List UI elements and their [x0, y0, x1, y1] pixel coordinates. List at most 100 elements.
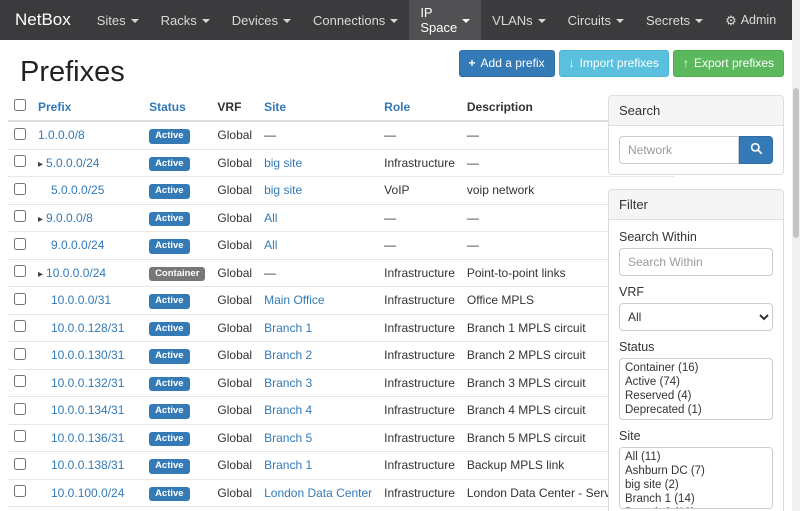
page-scrollbar[interactable]: [792, 0, 800, 511]
table-row: 10.0.0.130/31 Active Global Branch 2 Inf…: [8, 342, 674, 370]
site-link[interactable]: Branch 1: [264, 458, 312, 472]
status-badge: Active: [149, 184, 190, 199]
row-checkbox[interactable]: [14, 155, 26, 167]
nav-item-racks[interactable]: Racks: [150, 0, 221, 40]
search-panel: Search: [608, 95, 784, 175]
search-within-label: Search Within: [619, 230, 773, 244]
table-row: 10.0.0.136/31 Active Global Branch 5 Inf…: [8, 424, 674, 452]
search-button[interactable]: [739, 136, 773, 164]
row-checkbox[interactable]: [14, 293, 26, 305]
vrf-select[interactable]: All: [619, 303, 773, 331]
site-link[interactable]: Branch 5: [264, 431, 312, 445]
prefix-link[interactable]: 10.0.0.0/24: [46, 266, 106, 280]
prefix-link[interactable]: 5.0.0.0/25: [51, 183, 104, 197]
sort-header-site[interactable]: Site: [264, 100, 286, 114]
sort-header-status[interactable]: Status: [149, 100, 186, 114]
prefix-link[interactable]: 10.0.0.128/31: [51, 321, 124, 335]
row-checkbox[interactable]: [14, 375, 26, 387]
site-filter-label: Site: [619, 429, 773, 443]
expand-caret-icon[interactable]: ▸: [38, 159, 43, 170]
row-checkbox[interactable]: [14, 210, 26, 222]
brand-logo[interactable]: NetBox: [0, 0, 86, 40]
table-row: 10.0.100.0/24 Active Global London Data …: [8, 479, 674, 507]
main-nav: Sites Racks Devices Connections IP Space…: [86, 0, 714, 40]
search-within-input[interactable]: [619, 248, 773, 276]
status-listbox[interactable]: Container (16)Active (74)Reserved (4)Dep…: [619, 358, 773, 420]
vrf-cell: Global: [211, 397, 258, 425]
prefix-link[interactable]: 10.0.100.0/24: [51, 486, 124, 500]
navbar: NetBox Sites Racks Devices Connections I…: [0, 0, 800, 40]
prefix-link[interactable]: 10.0.0.136/31: [51, 431, 124, 445]
row-checkbox[interactable]: [14, 403, 26, 415]
table-row: 5.0.0.0/25 Active Global big site VoIP v…: [8, 177, 674, 205]
export-icon: ↑: [683, 57, 689, 69]
nav-item-vlans[interactable]: VLANs: [481, 0, 556, 40]
site-link[interactable]: All: [264, 211, 277, 225]
site-link[interactable]: big site: [264, 156, 302, 170]
prefix-link[interactable]: 10.0.0.130/31: [51, 348, 124, 362]
site-link[interactable]: London Data Center: [264, 486, 372, 500]
export-prefixes-button[interactable]: ↑Export prefixes: [673, 50, 784, 77]
role-cell: —: [378, 507, 461, 511]
prefix-link[interactable]: 5.0.0.0/24: [46, 156, 99, 170]
vrf-cell: Global: [211, 177, 258, 205]
prefix-link[interactable]: 10.0.0.138/31: [51, 458, 124, 472]
page-header: Prefixes +Add a prefix ↓Import prefixes …: [0, 40, 800, 93]
page-scrollbar-thumb[interactable]: [793, 88, 799, 238]
expand-caret-icon[interactable]: ▸: [38, 269, 43, 280]
nav-item-connections[interactable]: Connections: [302, 0, 409, 40]
gear-icon: ⚙: [725, 14, 737, 27]
row-checkbox[interactable]: [14, 128, 26, 140]
import-prefixes-button[interactable]: ↓Import prefixes: [559, 50, 669, 77]
prefix-link[interactable]: 9.0.0.0/24: [51, 238, 104, 252]
search-input[interactable]: [619, 136, 739, 164]
site-link[interactable]: Branch 4: [264, 403, 312, 417]
nav-item-devices[interactable]: Devices: [221, 0, 302, 40]
prefix-link[interactable]: 10.0.0.132/31: [51, 376, 124, 390]
status-badge: Active: [149, 157, 190, 172]
site-link[interactable]: Main Office: [264, 293, 324, 307]
row-checkbox[interactable]: [14, 485, 26, 497]
role-cell: Infrastructure: [378, 149, 461, 177]
site-link[interactable]: Branch 2: [264, 348, 312, 362]
table-row: ▸10.1.0.0/16 Container Global Branch 1 —…: [8, 507, 674, 511]
row-checkbox[interactable]: [14, 183, 26, 195]
nav-item-ip-space[interactable]: IP Space: [409, 0, 481, 40]
site-link[interactable]: Branch 3: [264, 376, 312, 390]
add-prefix-button[interactable]: +Add a prefix: [459, 50, 555, 77]
status-filter-label: Status: [619, 340, 773, 354]
expand-caret-icon[interactable]: ▸: [38, 214, 43, 225]
prefix-link[interactable]: 10.0.0.0/31: [51, 293, 111, 307]
nav-label: Secrets: [646, 13, 690, 28]
table-row: 10.0.0.134/31 Active Global Branch 4 Inf…: [8, 397, 674, 425]
header-vrf: VRF: [211, 93, 258, 121]
row-checkbox[interactable]: [14, 320, 26, 332]
table-row: 1.0.0.0/8 Active Global — — —: [8, 121, 674, 149]
select-all-checkbox[interactable]: [14, 99, 26, 111]
admin-label: Admin: [741, 13, 776, 27]
nav-item-secrets[interactable]: Secrets: [635, 0, 714, 40]
table-row: ▸5.0.0.0/24 Active Global big site Infra…: [8, 149, 674, 177]
admin-link[interactable]: ⚙ Admin: [714, 0, 787, 40]
sort-header-role[interactable]: Role: [384, 100, 410, 114]
nav-item-circuits[interactable]: Circuits: [557, 0, 635, 40]
sort-header-prefix[interactable]: Prefix: [38, 100, 71, 114]
filter-panel: Filter Search Within VRF All Status Cont…: [608, 189, 784, 511]
site-listbox[interactable]: All (11)Ashburn DC (7)big site (2)Branch…: [619, 447, 773, 509]
row-checkbox[interactable]: [14, 265, 26, 277]
row-checkbox[interactable]: [14, 238, 26, 250]
table-header-row: Prefix Status VRF Site Role Description: [8, 93, 674, 121]
prefix-link[interactable]: 10.0.0.134/31: [51, 403, 124, 417]
prefix-table: Prefix Status VRF Site Role Description …: [8, 93, 674, 511]
site-link[interactable]: big site: [264, 183, 302, 197]
nav-item-sites[interactable]: Sites: [86, 0, 150, 40]
row-checkbox[interactable]: [14, 430, 26, 442]
site-link[interactable]: All: [264, 238, 277, 252]
site-link[interactable]: Branch 1: [264, 321, 312, 335]
prefix-link[interactable]: 9.0.0.0/8: [46, 211, 93, 225]
role-cell: Infrastructure: [378, 287, 461, 315]
row-checkbox[interactable]: [14, 348, 26, 360]
site-cell: —: [258, 259, 378, 287]
row-checkbox[interactable]: [14, 458, 26, 470]
prefix-link[interactable]: 1.0.0.0/8: [38, 128, 85, 142]
